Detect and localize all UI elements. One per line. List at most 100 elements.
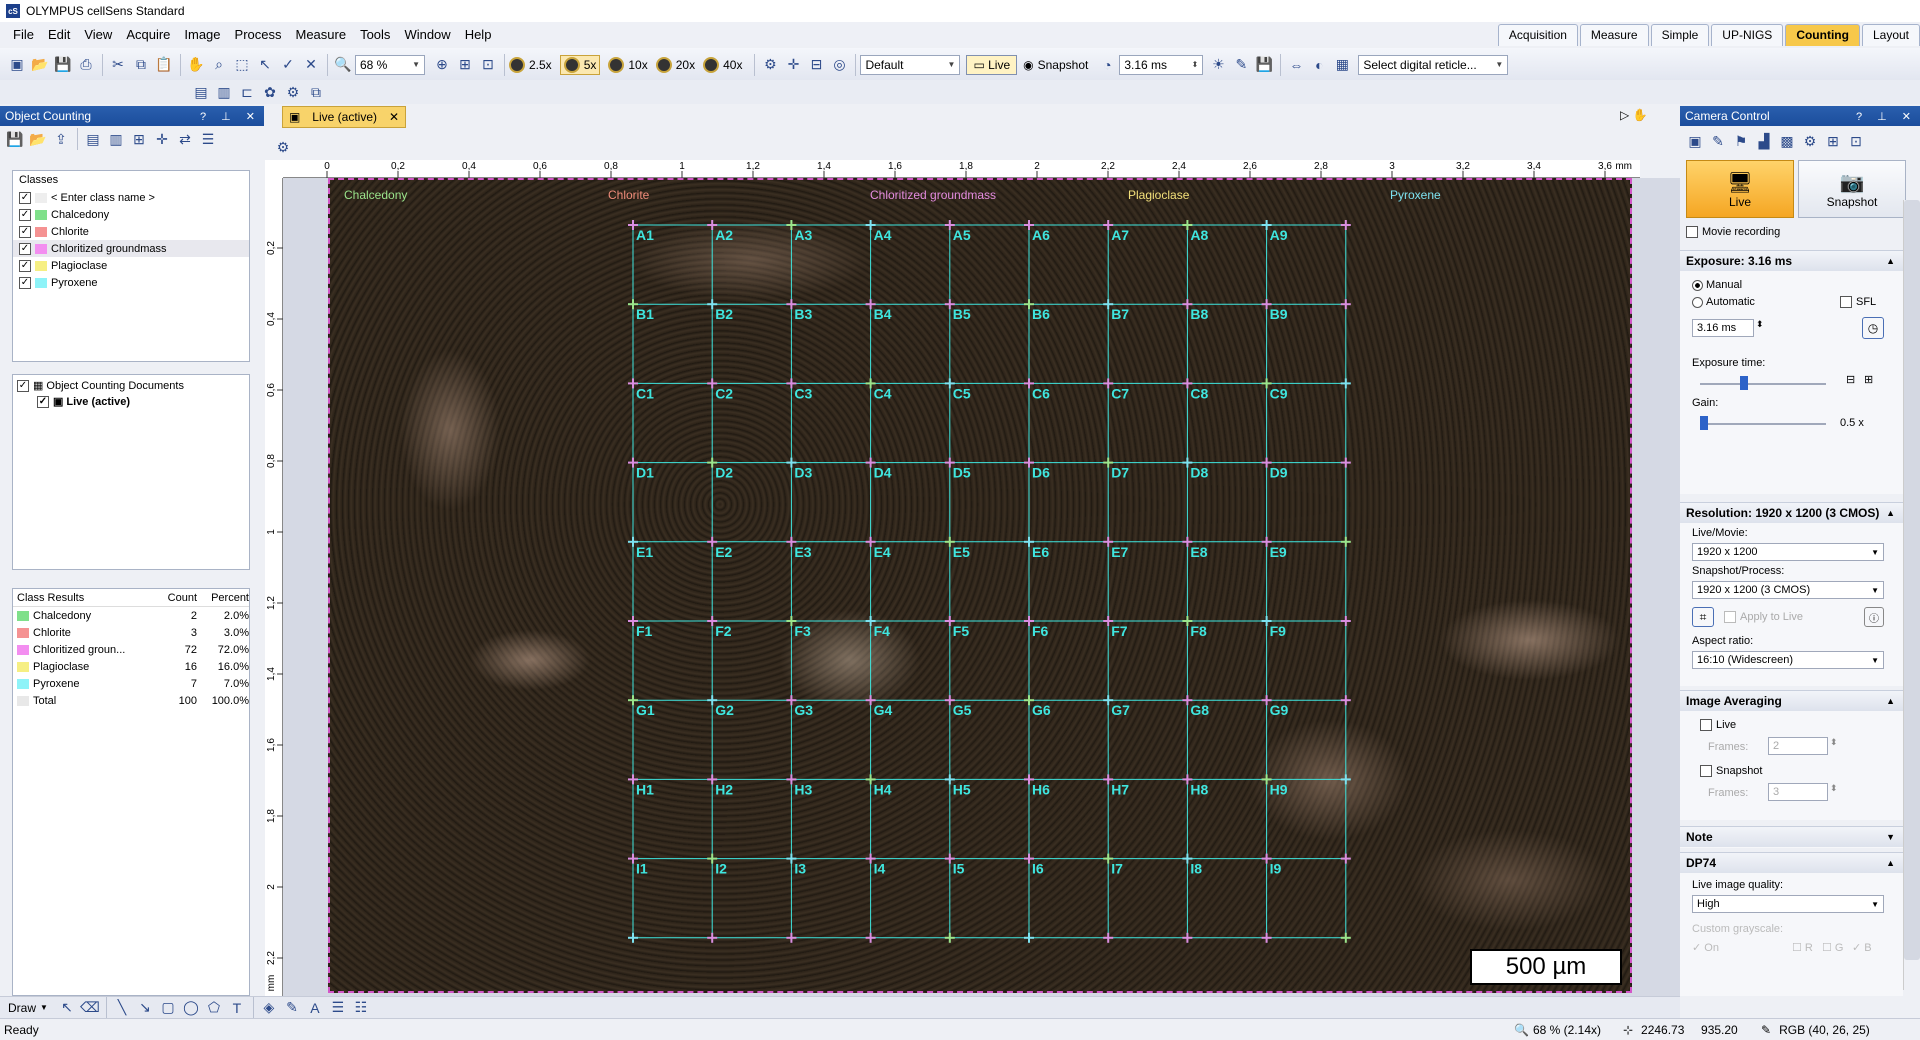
- menu-image[interactable]: Image: [177, 27, 227, 42]
- copy-icon[interactable]: ⧉: [130, 54, 152, 76]
- ellipse-icon[interactable]: ◯: [180, 997, 202, 1019]
- spinner-icon[interactable]: ⬍: [1830, 783, 1838, 794]
- manual-radio[interactable]: Manual: [1692, 279, 1742, 291]
- compare-icon[interactable]: ⇔: [1285, 54, 1307, 76]
- grid-tool-icon[interactable]: ⊞: [128, 128, 150, 150]
- checkbox[interactable]: [1686, 226, 1698, 238]
- histogram-icon[interactable]: ▟: [1753, 130, 1775, 152]
- zoom-in-icon[interactable]: ⊞: [454, 54, 476, 76]
- menu-view[interactable]: View: [77, 27, 119, 42]
- flag-icon[interactable]: ⚑: [1730, 130, 1752, 152]
- menu-edit[interactable]: Edit: [41, 27, 77, 42]
- col-percent[interactable]: Percent: [197, 592, 249, 604]
- checkbox[interactable]: ✓: [19, 208, 31, 221]
- avg-live-checkbox[interactable]: Live: [1700, 719, 1736, 731]
- camera-settings-icon[interactable]: ⚙: [759, 54, 781, 76]
- tab-layout[interactable]: Layout: [1861, 24, 1920, 46]
- dash-style-icon[interactable]: ☷: [350, 997, 372, 1019]
- document-tab[interactable]: ▣ Live (active) ✕: [282, 106, 406, 128]
- fill-icon[interactable]: ◈: [258, 997, 280, 1019]
- exposure-icon[interactable]: ◔: [1096, 54, 1118, 76]
- stage-icon[interactable]: ✛: [782, 54, 804, 76]
- camera-icon[interactable]: ▣: [1684, 130, 1706, 152]
- dp74-header[interactable]: DP74 ▲: [1680, 853, 1903, 873]
- save-image-icon[interactable]: 💾: [1253, 54, 1275, 76]
- process-icon[interactable]: ⊞: [1822, 130, 1844, 152]
- settings-icon[interactable]: ⚙: [282, 81, 304, 103]
- col-class[interactable]: Class Results: [13, 592, 153, 604]
- tree-root[interactable]: ✓ ▦ Object Counting Documents: [13, 375, 249, 392]
- slider-thumb[interactable]: [1700, 416, 1708, 430]
- checkbox[interactable]: [1700, 765, 1712, 777]
- checkbox[interactable]: [1724, 611, 1736, 623]
- tab-acquisition[interactable]: Acquisition: [1497, 24, 1578, 46]
- spinner-icon[interactable]: ⬍: [1756, 319, 1764, 330]
- gray-r-checkbox[interactable]: ☐ R: [1792, 941, 1813, 954]
- table-row[interactable]: Plagioclase 16 16.0%: [13, 658, 249, 675]
- window-icon[interactable]: ⧉: [305, 81, 327, 103]
- col-count[interactable]: Count: [153, 592, 197, 604]
- table-row[interactable]: Chalcedony 2 2.0%: [13, 607, 249, 624]
- gray-b-checkbox[interactable]: ✓ B: [1852, 941, 1872, 954]
- plus-icon[interactable]: ⊞: [1864, 373, 1873, 386]
- checkbox[interactable]: ✓: [19, 242, 31, 255]
- objective-20x[interactable]: 20x: [655, 56, 695, 73]
- checkbox[interactable]: ✓: [19, 225, 31, 238]
- clock-icon[interactable]: ◷: [1862, 317, 1884, 339]
- objective-5x[interactable]: 5x: [559, 54, 601, 75]
- move-icon[interactable]: ⇄: [174, 128, 196, 150]
- chart-alt-icon[interactable]: ▥: [105, 128, 127, 150]
- panel-icon[interactable]: ▥: [213, 81, 235, 103]
- gray-on-checkbox[interactable]: ✓ On: [1692, 941, 1719, 954]
- color-icon[interactable]: ▩: [1776, 130, 1798, 152]
- live-movie-select[interactable]: 1920 x 1200 ▼: [1692, 543, 1884, 561]
- hand-icon[interactable]: ✋: [1633, 108, 1648, 122]
- check-icon[interactable]: ✓: [277, 54, 299, 76]
- snapshot-process-select[interactable]: 1920 x 1200 (3 CMOS) ▼: [1692, 581, 1884, 599]
- table-row[interactable]: Pyroxene 7 7.0%: [13, 675, 249, 692]
- tab-simple[interactable]: Simple: [1650, 24, 1710, 46]
- avg-snapshot-checkbox[interactable]: Snapshot: [1700, 765, 1762, 777]
- averaging-header[interactable]: Image Averaging ▲: [1680, 691, 1903, 711]
- draw-menu[interactable]: Draw: [8, 1001, 36, 1015]
- snapshot-button[interactable]: ◉ Snapshot: [1023, 58, 1088, 72]
- panel-controls[interactable]: ? ⊥ ✕: [1856, 110, 1920, 123]
- checkbox[interactable]: ✓: [37, 395, 49, 408]
- close-icon[interactable]: ✕: [389, 110, 399, 124]
- exposure-header[interactable]: Exposure: 3.16 ms ▲: [1680, 251, 1903, 271]
- live-button[interactable]: ▭ Live: [966, 54, 1018, 75]
- class-name-input[interactable]: < Enter class name >: [51, 192, 155, 204]
- scroll-thumb[interactable]: [1904, 200, 1920, 960]
- white-balance-icon[interactable]: ✎: [1230, 54, 1252, 76]
- tree-item-live[interactable]: ✓ ▣ Live (active): [13, 392, 249, 408]
- filter-icon[interactable]: ◎: [828, 54, 850, 76]
- cut-icon[interactable]: ✂: [107, 54, 129, 76]
- sfl-checkbox[interactable]: SFL: [1840, 296, 1876, 308]
- open-icon[interactable]: 📂: [29, 54, 51, 76]
- tab-measure[interactable]: Measure: [1579, 24, 1649, 46]
- radio[interactable]: [1692, 296, 1703, 308]
- class-row[interactable]: ✓ Chloritized groundmass: [13, 240, 249, 257]
- frames-live-input[interactable]: 2: [1768, 737, 1828, 755]
- reticle-combo[interactable]: Select digital reticle... ▼: [1358, 54, 1509, 75]
- frames-snapshot-input[interactable]: 3: [1768, 783, 1828, 801]
- hand-icon[interactable]: ✋: [185, 54, 207, 76]
- counting-grid[interactable]: A1 A2 A3 A4 A5 A6 A7 A8 A9 B1 B2 B3 B4 B5 B6 B7 B8 B9 C1 C2…: [330, 180, 1630, 991]
- minus-icon[interactable]: ⊟: [1846, 373, 1855, 386]
- line-icon[interactable]: ╲: [111, 997, 133, 1019]
- crop-icon[interactable]: ⌗: [1692, 607, 1714, 627]
- select-icon[interactable]: ⬚: [231, 54, 253, 76]
- class-row[interactable]: ✓ Plagioclase: [13, 257, 249, 274]
- table-row[interactable]: Chloritized groun... 72 72.0%: [13, 641, 249, 658]
- play-icon[interactable]: ▷: [1620, 108, 1633, 122]
- menu-window[interactable]: Window: [397, 27, 457, 42]
- class-row-new[interactable]: ✓ < Enter class name >: [13, 189, 249, 206]
- grid-icon[interactable]: ▦: [1331, 54, 1353, 76]
- color-icon[interactable]: ✿: [259, 81, 281, 103]
- tab-counting[interactable]: Counting: [1785, 24, 1860, 46]
- save-icon[interactable]: 💾: [52, 54, 74, 76]
- aspect-select[interactable]: 16:10 (Widescreen) ▼: [1692, 651, 1884, 669]
- quality-select[interactable]: High ▼: [1692, 895, 1884, 913]
- device-icon[interactable]: ⊟: [805, 54, 827, 76]
- zoom-tool-icon[interactable]: ⌕: [208, 54, 230, 76]
